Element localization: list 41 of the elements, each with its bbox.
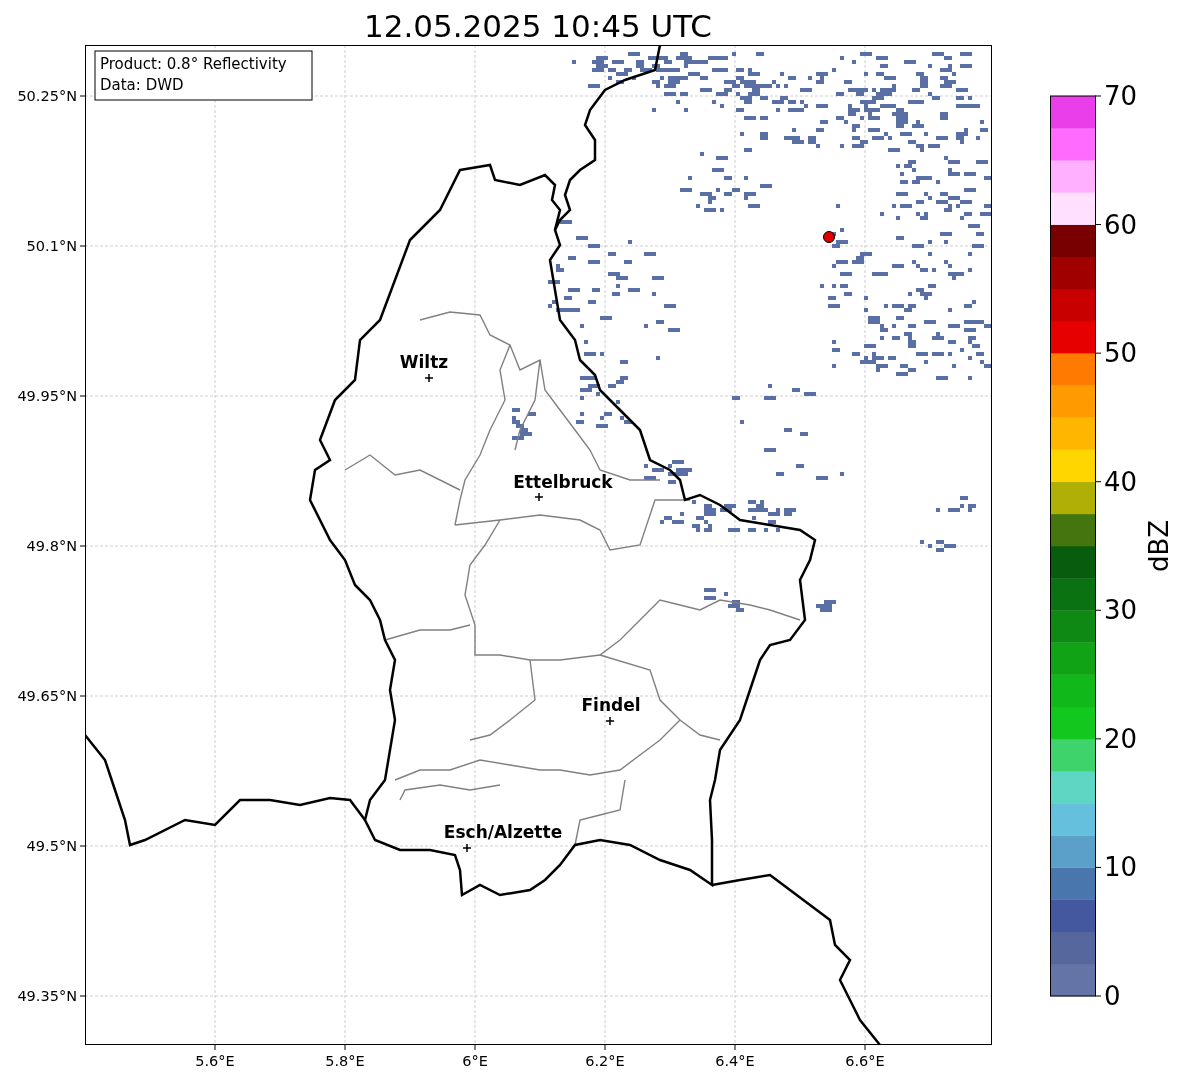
latitude-tick-label: 49.95°N [17,388,77,404]
longitude-tick-label: 5.8°E [325,1053,365,1069]
latitude-tick-label: 49.5°N [26,838,77,854]
radar-echo-patch [816,600,836,612]
radar-echo-patch [512,408,536,440]
latitude-tick-label: 49.35°N [17,988,77,1004]
colorbar-tick-label: 40 [1104,466,1138,497]
longitude-tick-label: 5.6°E [195,1053,235,1069]
city-label: Wiltz [399,352,449,372]
latitude-tick-label: 50.25°N [17,88,77,104]
latitude-tick-label: 49.8°N [26,538,77,554]
radar-echo-patch [644,460,692,484]
colorbar-label: dBZ [1144,519,1174,573]
colorbar-tick-label: 0 [1104,981,1121,1011]
city-marker-icon [462,843,472,853]
colorbar-tick-label: 30 [1104,595,1138,626]
city-label: Findel [581,695,641,715]
latitude-tick-label: 50.1°N [26,238,77,254]
city-marker-icon [424,373,434,383]
longitude-tick-label: 6°E [462,1053,488,1069]
map-title: 12.05.2025 10:45 UTC [364,8,712,44]
radar-echo-patch [704,588,744,612]
latitude-tick-label: 49.65°N [17,688,77,704]
longitude-tick-label: 6.4°E [715,1053,755,1069]
longitude-tick-label: 6.6°E [845,1053,885,1069]
radar-echo-patch [936,496,976,512]
city-marker-icon [534,492,544,502]
colorbar-tick-label: 50 [1104,338,1138,369]
radar-echo-patch [920,540,956,552]
colorbar-tick-label: 10 [1104,852,1138,883]
radar-echo-patch [576,376,632,428]
info-text: Data: DWD [100,76,184,94]
colorbar-tick-label: 60 [1104,209,1138,240]
colorbar-tick-label: 70 [1104,81,1138,111]
radar-site-marker [823,231,835,243]
longitude-tick-label: 6.2°E [585,1053,625,1069]
city-label: Ettelbruck [513,472,613,492]
info-text: Product: 0.8° Reflectivity [100,55,287,73]
city-marker-icon [605,716,615,726]
colorbar-tick-label: 20 [1104,723,1138,754]
city-label: Esch/Alzette [443,822,563,842]
